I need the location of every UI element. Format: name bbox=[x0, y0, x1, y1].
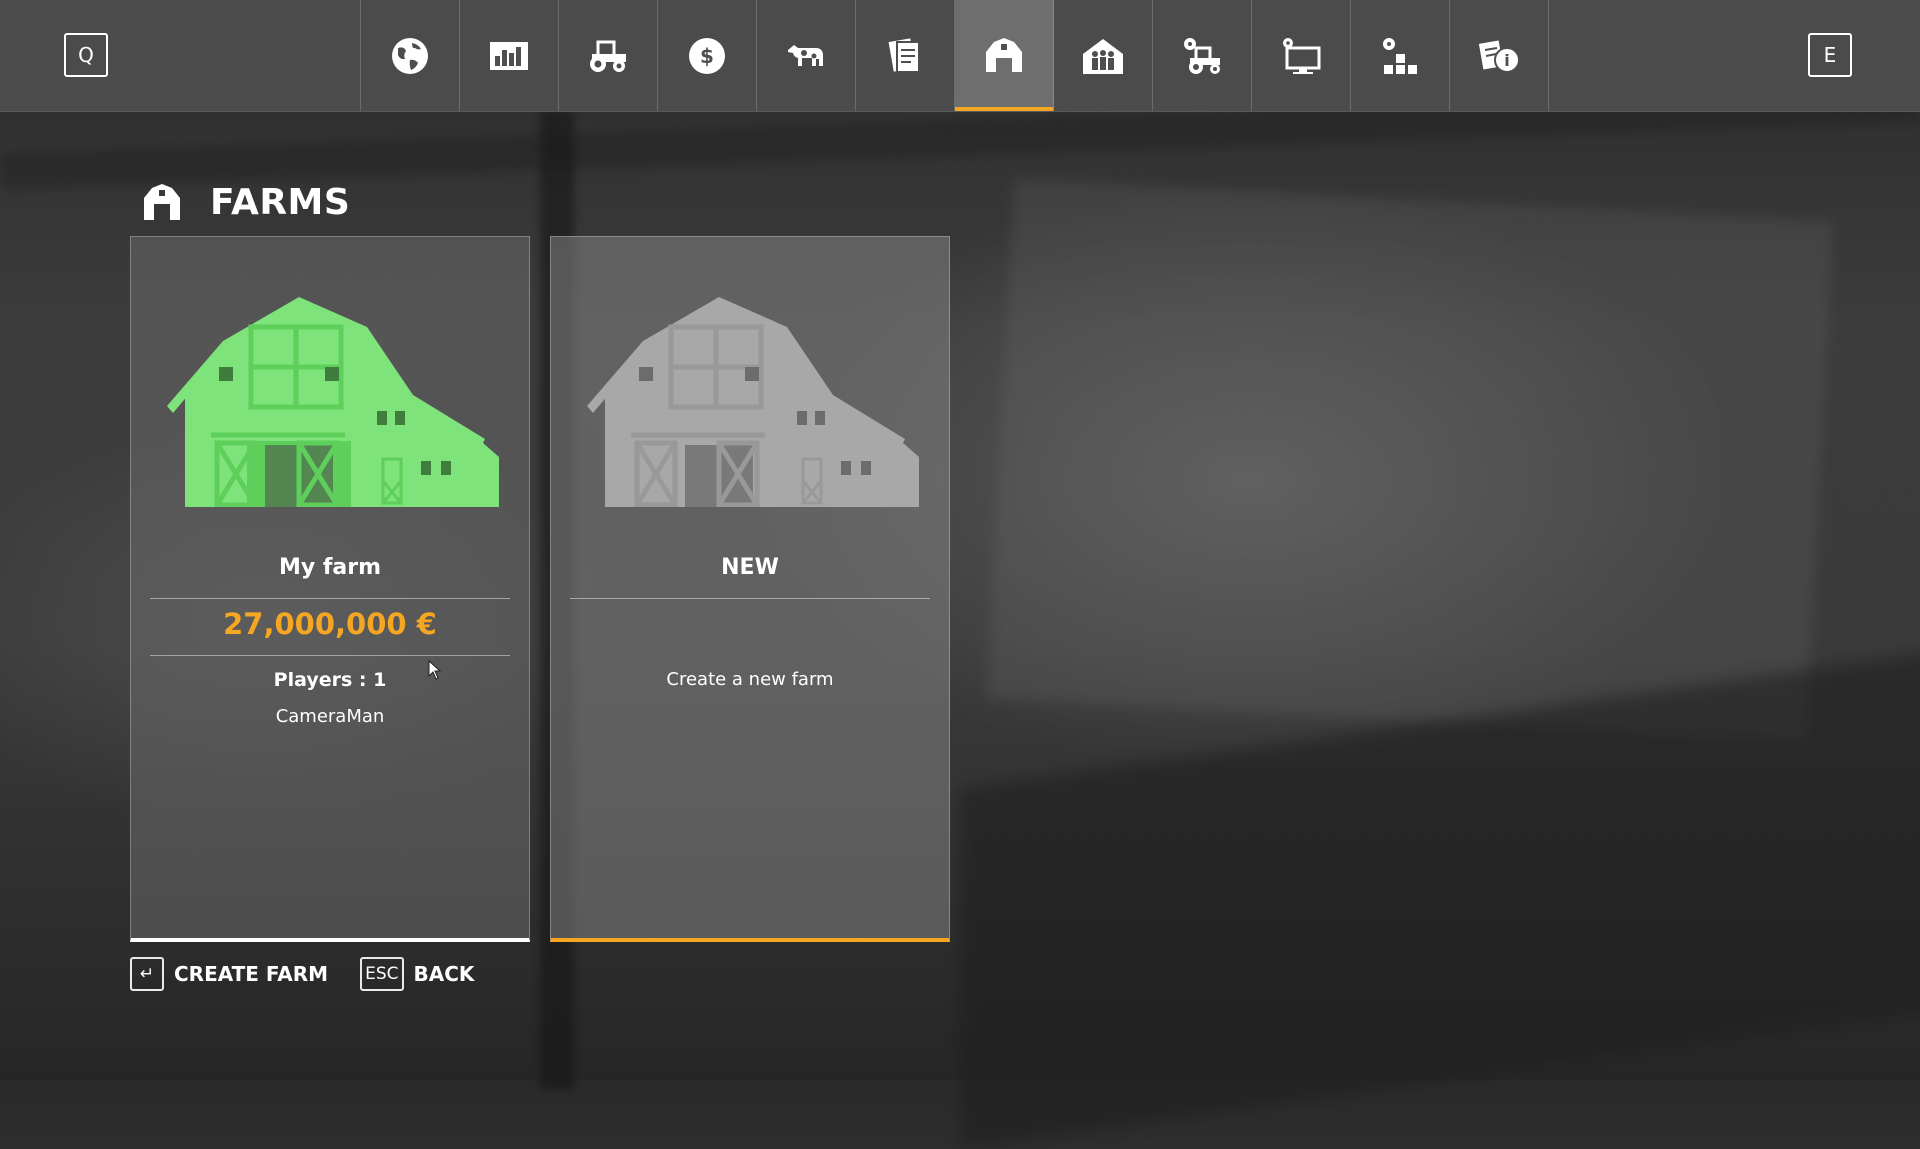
help-info-icon: i bbox=[1478, 39, 1520, 73]
farm-name: My farm bbox=[278, 555, 382, 580]
contracts-icon bbox=[888, 37, 920, 73]
new-farm-description: Create a new farm bbox=[666, 669, 834, 690]
tab-map[interactable] bbox=[361, 0, 460, 111]
page-heading: FARMS bbox=[140, 180, 350, 224]
page-title: FARMS bbox=[210, 181, 351, 223]
divider bbox=[150, 655, 510, 656]
farm-player-name: CameraMan bbox=[275, 706, 385, 727]
menu-tabs: $ i bbox=[360, 0, 1549, 111]
background-blur-floor bbox=[960, 651, 1920, 1149]
next-page-key-button[interactable]: E bbox=[1808, 33, 1852, 77]
back-label: BACK bbox=[413, 962, 475, 986]
players-icon bbox=[1083, 38, 1123, 74]
farm-card-my-farm[interactable]: My farm 27,000,000 € Players : 1 CameraM… bbox=[130, 236, 530, 942]
create-farm-label: CREATE FARM bbox=[174, 962, 329, 986]
mouse-cursor-icon bbox=[428, 660, 442, 680]
tractor-icon bbox=[590, 40, 626, 72]
divider bbox=[150, 598, 510, 599]
tab-help[interactable]: i bbox=[1450, 0, 1549, 111]
esc-key-icon: ESC bbox=[360, 957, 404, 991]
create-farm-button[interactable]: ↵ CREATE FARM bbox=[130, 957, 328, 991]
tab-farms[interactable] bbox=[955, 0, 1054, 111]
tab-vehicles[interactable] bbox=[559, 0, 658, 111]
tab-animals[interactable] bbox=[757, 0, 856, 111]
divider bbox=[570, 598, 930, 599]
farm-card-new[interactable]: NEW Create a new farm bbox=[550, 236, 950, 942]
farm-players-count: Players : 1 bbox=[273, 669, 387, 691]
footer-key-hints: ↵ CREATE FARM ESC BACK bbox=[130, 957, 506, 991]
svg-text:$: $ bbox=[700, 44, 714, 68]
farm-barn-icon bbox=[144, 184, 180, 220]
back-button[interactable]: ESC BACK bbox=[360, 957, 474, 991]
dollar-coin-icon: $ bbox=[689, 37, 725, 74]
vehicle-settings-icon bbox=[1184, 37, 1220, 74]
background-blur-panel bbox=[986, 178, 1834, 742]
game-settings-icon bbox=[1383, 37, 1417, 74]
previous-page-key-button[interactable]: Q bbox=[64, 33, 108, 77]
green-barn-icon bbox=[167, 297, 499, 507]
tab-game-settings[interactable] bbox=[1351, 0, 1450, 111]
globe-icon bbox=[392, 37, 428, 74]
enter-key-icon: ↵ bbox=[130, 957, 164, 991]
display-settings-icon bbox=[1283, 37, 1321, 74]
tab-contracts[interactable] bbox=[856, 0, 955, 111]
tab-display-settings[interactable] bbox=[1252, 0, 1351, 111]
tab-players[interactable] bbox=[1054, 0, 1153, 111]
gray-barn-icon bbox=[587, 297, 919, 507]
farm-money: 27,000,000 € bbox=[223, 607, 437, 641]
tab-finances[interactable]: $ bbox=[658, 0, 757, 111]
top-menu-bar: Q $ i E bbox=[0, 0, 1920, 112]
tab-vehicle-settings[interactable] bbox=[1153, 0, 1252, 111]
cow-icon bbox=[788, 44, 823, 66]
farm-barn-icon bbox=[986, 37, 1022, 72]
statistics-chart-icon bbox=[490, 41, 528, 70]
tab-prices[interactable] bbox=[460, 0, 559, 111]
svg-text:i: i bbox=[1504, 51, 1509, 70]
farm-name: NEW bbox=[721, 555, 779, 580]
